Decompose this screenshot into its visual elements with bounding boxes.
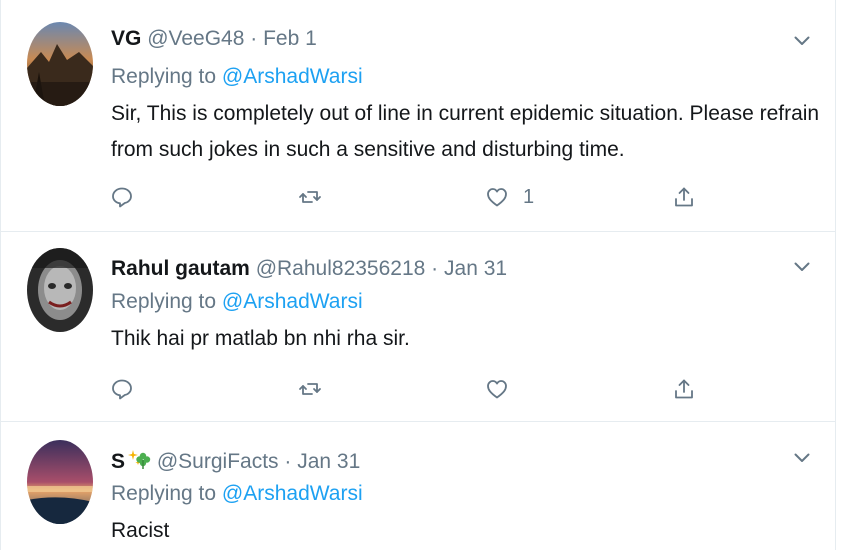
replying-to-link[interactable]: @ArshadWarsi [222, 65, 363, 88]
separator-dot: · [431, 257, 439, 280]
heart-icon [487, 380, 507, 399]
tweet-3[interactable]: S @SurgiFacts · Jan 31 Replying to @Arsh… [1, 422, 835, 550]
replying-to-line: Replying to @ArshadWarsi [111, 482, 363, 506]
tweet-1[interactable]: VG @VeeG48 · Feb 1 Replying to @ArshadWa… [1, 0, 835, 232]
tweet-date[interactable]: Feb 1 [263, 27, 317, 50]
like-button[interactable]: 1 [485, 183, 534, 211]
like-button[interactable] [485, 375, 523, 403]
share-button[interactable] [672, 183, 696, 211]
tweet-text: Thik hai pr matlab bn nhi rha sir. [111, 321, 821, 357]
retweet-icon [299, 383, 321, 395]
avatar[interactable] [27, 440, 93, 524]
tweet-text-line: Racist [111, 519, 170, 542]
share-icon [675, 379, 693, 399]
tweet-text-line: Thik hai pr matlab bn nhi rha sir. [111, 327, 410, 350]
separator-dot: · [284, 450, 292, 473]
avatar[interactable] [27, 248, 93, 332]
display-name[interactable]: Rahul gautam [111, 257, 250, 280]
tweet-2[interactable]: Rahul gautam @Rahul82356218 · Jan 31 Rep… [1, 232, 835, 422]
chevron-down-icon[interactable] [794, 36, 810, 46]
avatar-photo-beach [27, 440, 93, 524]
user-handle[interactable]: @SurgiFacts [157, 450, 279, 473]
tweet-text-line: Sir, This is completely out of line in c… [111, 102, 820, 125]
replying-to-line: Replying to @ArshadWarsi [111, 290, 363, 314]
timeline-frame: VG @VeeG48 · Feb 1 Replying to @ArshadWa… [0, 0, 836, 550]
display-name[interactable]: VG [111, 27, 141, 50]
separator-dot: · [250, 27, 258, 50]
avatar-photo-mountain [27, 22, 93, 106]
replying-to-link[interactable]: @ArshadWarsi [222, 290, 363, 313]
tweet-date[interactable]: Jan 31 [444, 257, 507, 280]
tweet-date[interactable]: Jan 31 [297, 450, 360, 473]
share-button[interactable] [672, 375, 696, 403]
tweet-header: VG @VeeG48 · Feb 1 [111, 27, 317, 51]
replying-to-line: Replying to @ArshadWarsi [111, 65, 363, 89]
share-icon [675, 187, 693, 207]
avatar[interactable] [27, 22, 93, 106]
retweet-button[interactable] [298, 183, 322, 211]
replying-prefix: Replying to [111, 65, 217, 88]
tweet-text: Sir, This is completely out of line in c… [111, 96, 821, 168]
heart-icon [487, 188, 507, 207]
chevron-down-icon[interactable] [794, 453, 810, 463]
user-handle[interactable]: @VeeG48 [147, 27, 244, 50]
replying-to-link[interactable]: @ArshadWarsi [222, 482, 363, 505]
sparkles-clover-emoji-icon [128, 450, 151, 469]
retweet-icon [299, 191, 321, 203]
tweet-text: Racist [111, 513, 821, 549]
tweet-header: S @SurgiFacts · Jan 31 [111, 447, 360, 474]
reply-icon [112, 187, 132, 208]
retweet-button[interactable] [298, 375, 322, 403]
tweet-header: Rahul gautam @Rahul82356218 · Jan 31 [111, 257, 507, 281]
avatar-photo-face [27, 248, 93, 332]
like-count: 1 [523, 185, 535, 208]
user-handle[interactable]: @Rahul82356218 [256, 257, 426, 280]
reply-icon [112, 379, 132, 400]
display-name[interactable]: S [111, 450, 125, 473]
tweet-text-line: from such jokes in such a sensitive and … [111, 138, 625, 161]
replying-prefix: Replying to [111, 290, 217, 313]
replying-prefix: Replying to [111, 482, 217, 505]
reply-button[interactable] [110, 375, 134, 403]
reply-button[interactable] [110, 183, 134, 211]
chevron-down-icon[interactable] [794, 262, 810, 272]
